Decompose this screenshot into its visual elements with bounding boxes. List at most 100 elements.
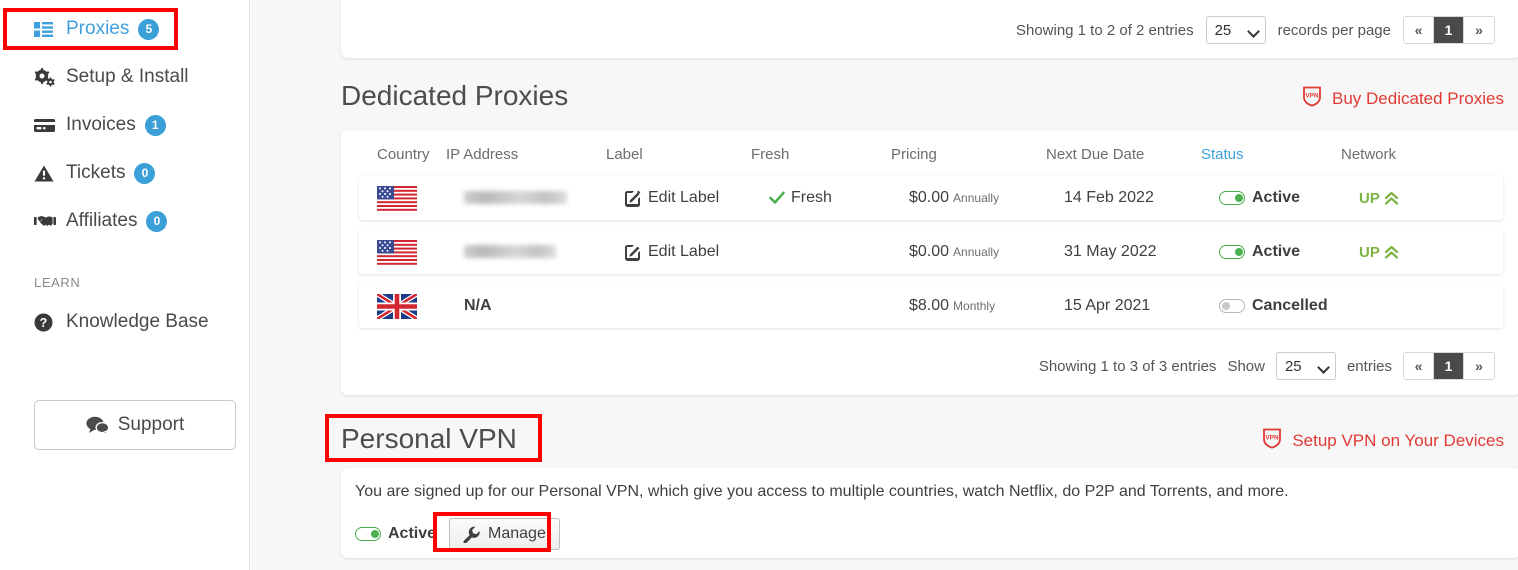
- us-flag-icon: [377, 239, 464, 265]
- sidebar-item-affiliates[interactable]: Affiliates 0: [0, 197, 249, 245]
- cell-status[interactable]: Cancelled: [1219, 297, 1359, 315]
- cell-next-due-date: 15 Apr 2021: [1064, 297, 1151, 314]
- manage-button-label: Manage: [488, 525, 546, 542]
- status-toggle-icon[interactable]: [1219, 245, 1245, 259]
- column-header-ip-address: IP Address: [446, 145, 519, 163]
- pagination-last-button[interactable]: »: [1464, 17, 1494, 43]
- dedicated-per-page-select[interactable]: 25: [1275, 352, 1336, 380]
- status-toggle-icon[interactable]: [1219, 191, 1245, 205]
- manage-button[interactable]: Manage: [449, 518, 560, 550]
- ip-address-text: N/A: [464, 297, 492, 314]
- network-status: UP: [1359, 244, 1479, 261]
- chevron-double-up-icon: [1384, 191, 1399, 206]
- column-header-fresh: Fresh: [751, 145, 790, 163]
- table-row[interactable]: Edit Label $0.00 Annually 31 May 2022 Act…: [359, 230, 1503, 274]
- column-header-pricing: Pricing: [891, 145, 937, 163]
- pagination-page-1[interactable]: 1: [1434, 353, 1464, 379]
- status-badge[interactable]: Cancelled: [1219, 297, 1359, 315]
- cell-pricing: $0.00 Annually: [909, 243, 1064, 261]
- price-amount: $0.00: [909, 189, 950, 206]
- credit-card-icon: [34, 115, 58, 135]
- table-row[interactable]: Edit Label Fresh $0.00 Annually 14 Feb 2…: [359, 176, 1503, 220]
- price-cycle: Annually: [953, 191, 1000, 205]
- network-text: UP: [1359, 243, 1380, 261]
- price-amount: $0.00: [909, 243, 950, 260]
- support-button-label: Support: [117, 414, 185, 435]
- sidebar-badge-affiliates: 0: [146, 210, 168, 232]
- column-header-label: Label: [606, 145, 643, 163]
- status-text: Cancelled: [1252, 297, 1328, 314]
- dedicated-show-label: Show: [1227, 357, 1265, 375]
- cell-country: [359, 293, 464, 319]
- top-per-page-select[interactable]: 25: [1205, 16, 1266, 44]
- sidebar-badge-tickets: 0: [134, 162, 156, 184]
- column-header-country: Country: [377, 145, 430, 163]
- status-badge[interactable]: Active: [1219, 243, 1359, 261]
- cell-ip-address: [464, 189, 624, 207]
- sidebar-item-proxies[interactable]: Proxies 5: [0, 5, 249, 53]
- cell-ip-address: [464, 243, 624, 261]
- svg-text:?: ?: [40, 316, 48, 330]
- cell-network: UP: [1359, 190, 1479, 207]
- cell-country: [359, 185, 464, 211]
- network-text: UP: [1359, 189, 1380, 207]
- table-body: Edit Label Fresh $0.00 Annually 14 Feb 2…: [341, 176, 1518, 338]
- handshake-icon: [34, 211, 58, 231]
- price-cycle: Annually: [953, 245, 1000, 259]
- buy-dedicated-proxies-link[interactable]: VPN Buy Dedicated Proxies: [1302, 86, 1504, 112]
- grid-icon: [34, 19, 58, 39]
- us-flag-icon: [377, 185, 464, 211]
- main-content: Showing 1 to 2 of 2 entries 25 records p…: [251, 0, 1518, 570]
- price-amount: $8.00: [909, 297, 950, 314]
- edit-label-button[interactable]: Edit Label: [624, 189, 769, 207]
- sidebar-badge-invoices: 1: [144, 114, 166, 136]
- setup-vpn-link[interactable]: VPN Setup VPN on Your Devices: [1262, 428, 1504, 454]
- cell-label[interactable]: Edit Label: [624, 189, 769, 207]
- vpn-status-toggle-icon[interactable]: [355, 527, 381, 541]
- sidebar: Proxies 5 Setup & Install Invoices 1 Tic…: [0, 0, 250, 570]
- top-per-page-select-wrap[interactable]: 25: [1205, 16, 1266, 44]
- status-toggle-icon[interactable]: [1219, 299, 1245, 313]
- cell-status[interactable]: Active: [1219, 243, 1359, 261]
- personal-vpn-status-row: Active Manage: [355, 518, 560, 550]
- cell-country: [359, 239, 464, 265]
- support-button[interactable]: Support: [34, 400, 236, 450]
- edit-icon: [624, 190, 641, 207]
- sidebar-item-setup-install[interactable]: Setup & Install: [0, 53, 249, 101]
- pagination-page-1[interactable]: 1: [1434, 17, 1464, 43]
- cell-ip-address: N/A: [464, 297, 624, 315]
- column-header-status[interactable]: Status: [1201, 146, 1341, 163]
- wrench-icon: [463, 526, 480, 543]
- chevron-double-up-icon: [1384, 245, 1399, 260]
- table-row[interactable]: N/A $8.00 Monthly 15 Apr 2021 Cancelled: [359, 284, 1503, 328]
- sidebar-item-invoices[interactable]: Invoices 1: [0, 101, 249, 149]
- dedicated-proxies-card: Country IP Address Label Fresh Pricing N…: [341, 130, 1518, 395]
- pagination-first-button[interactable]: «: [1404, 353, 1434, 379]
- redacted-ip-address: [464, 245, 556, 259]
- cell-next-due-date: 14 Feb 2022: [1064, 189, 1154, 206]
- edit-label-button[interactable]: Edit Label: [624, 243, 769, 261]
- cell-status[interactable]: Active: [1219, 189, 1359, 207]
- top-pagination[interactable]: « 1 »: [1403, 16, 1495, 44]
- personal-vpn-title: Personal VPN: [341, 423, 517, 454]
- pagination-last-button[interactable]: »: [1464, 353, 1494, 379]
- status-badge[interactable]: Active: [1219, 189, 1359, 207]
- vpn-shield-icon: VPN: [1302, 86, 1322, 112]
- cell-label[interactable]: Edit Label: [624, 243, 769, 261]
- pagination-first-button[interactable]: «: [1404, 17, 1434, 43]
- redacted-ip-address: [464, 191, 567, 205]
- check-icon: [769, 191, 785, 205]
- setup-vpn-link-label: Setup VPN on Your Devices: [1292, 431, 1504, 450]
- personal-vpn-card: You are signed up for our Personal VPN, …: [341, 468, 1518, 558]
- fresh-text: Fresh: [791, 189, 832, 206]
- sidebar-badge-proxies: 5: [138, 18, 160, 40]
- dedicated-per-page-select-wrap[interactable]: 25: [1275, 352, 1336, 380]
- dedicated-entries-label: entries: [1346, 357, 1392, 375]
- sidebar-item-tickets[interactable]: Tickets 0: [0, 149, 249, 197]
- sidebar-item-knowledge-base[interactable]: ? Knowledge Base: [0, 298, 249, 346]
- price-cycle: Monthly: [953, 299, 996, 313]
- cell-pricing: $0.00 Annually: [909, 189, 1064, 207]
- cell-pricing: $8.00 Monthly: [909, 297, 1064, 315]
- buy-dedicated-proxies-label: Buy Dedicated Proxies: [1332, 89, 1504, 108]
- dedicated-pagination[interactable]: « 1 »: [1403, 352, 1495, 380]
